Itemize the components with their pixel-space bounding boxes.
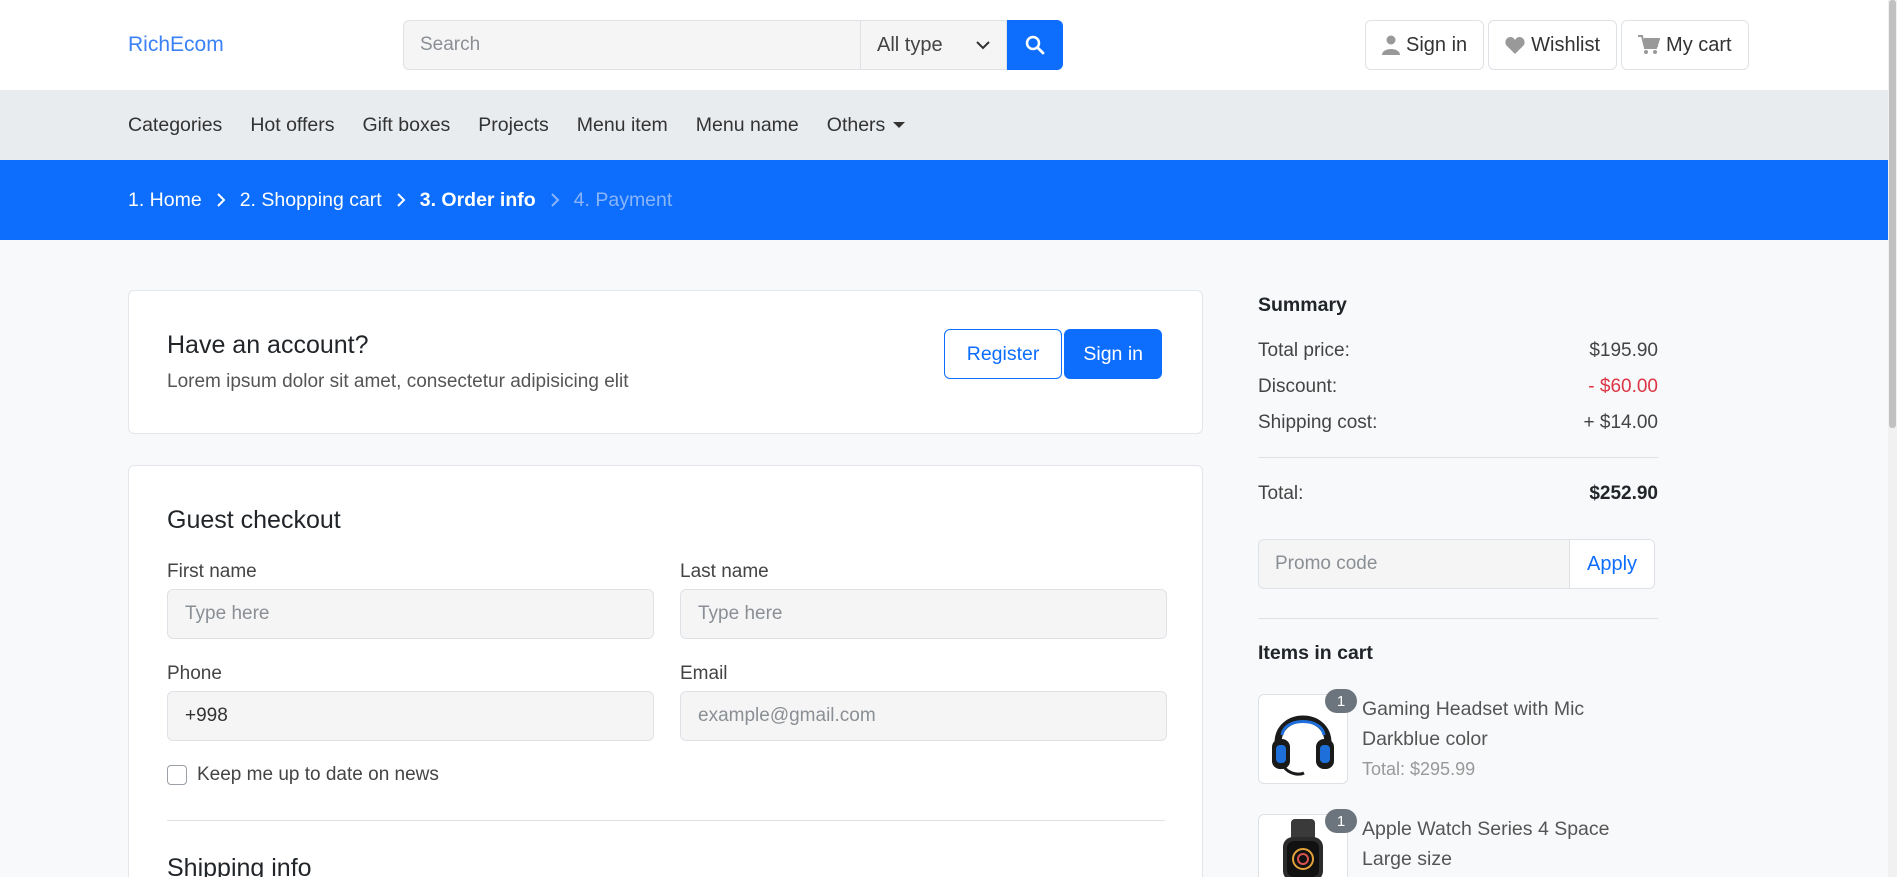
first-name-field[interactable] (167, 589, 654, 639)
newsletter-row: Keep me up to date on news (167, 764, 439, 786)
summary-divider (1258, 457, 1658, 458)
item-info: Apple Watch Series 4 Space Large size (1362, 814, 1622, 877)
brand-logo[interactable]: RichEcom (128, 33, 224, 57)
promo-code-input[interactable] (1258, 539, 1569, 589)
discount-label: Discount: (1258, 376, 1338, 397)
email-field[interactable] (680, 691, 1167, 741)
nav-item-others[interactable]: Others (827, 114, 906, 137)
account-subtitle: Lorem ipsum dolor sit amet, consectetur … (167, 371, 629, 392)
phone-label: Phone (167, 663, 222, 684)
item-name[interactable]: Gaming Headset with Mic Darkblue color (1362, 694, 1622, 754)
product-thumbnail: 1 (1258, 809, 1357, 877)
nav-item-menu-name[interactable]: Menu name (696, 114, 799, 137)
chevron-down-icon (976, 41, 990, 50)
headset-icon (1272, 715, 1334, 776)
type-select-value: All type (877, 33, 943, 56)
email-label: Email (680, 663, 728, 684)
signin-button[interactable]: Sign in (1064, 329, 1162, 379)
phone-field[interactable] (167, 691, 654, 741)
step-order-info[interactable]: 3. Order info (420, 189, 536, 212)
newsletter-label: Keep me up to date on news (197, 764, 439, 785)
quantity-badge: 1 (1325, 689, 1357, 713)
nav-item-gift-boxes[interactable]: Gift boxes (363, 114, 451, 137)
wishlist-label: Wishlist (1531, 33, 1601, 56)
search-input[interactable] (403, 20, 860, 70)
item-info: Gaming Headset with Mic Darkblue color T… (1362, 694, 1622, 784)
shipping-cost-value: + $14.00 (1583, 412, 1659, 433)
checkout-steps: 1. Home 2. Shopping cart 3. Order info 4… (0, 160, 1888, 240)
search-bar: All type (403, 20, 1063, 70)
watch-icon (1283, 819, 1323, 877)
apply-promo-button[interactable]: Apply (1569, 539, 1655, 589)
top-header: RichEcom All type Sign in Wishlist My ca… (0, 0, 1888, 90)
my-cart-button[interactable]: My cart (1621, 20, 1749, 70)
cart-item[interactable]: 1 Gaming Headset with Mic Darkblue color… (1258, 689, 1622, 784)
account-actions: Register Sign in (943, 329, 1162, 379)
first-name-label: First name (167, 561, 257, 582)
discount-row: Discount: - $60.00 (1258, 376, 1658, 398)
page-scrollbar[interactable] (1888, 0, 1897, 877)
guest-checkout-title: Guest checkout (167, 506, 341, 534)
shipping-cost-row: Shipping cost: + $14.00 (1258, 412, 1658, 434)
total-price-row: Total price: $195.90 (1258, 340, 1658, 362)
total-price-value: $195.90 (1589, 340, 1658, 361)
nav-item-hot-offers[interactable]: Hot offers (250, 114, 334, 137)
last-name-label: Last name (680, 561, 769, 582)
signin-header-button[interactable]: Sign in (1365, 20, 1485, 70)
account-card: Have an account? Lorem ipsum dolor sit a… (128, 290, 1203, 434)
grand-total-value: $252.90 (1589, 483, 1658, 504)
search-button[interactable] (1007, 20, 1063, 70)
caret-down-icon (893, 122, 906, 128)
account-title: Have an account? (167, 331, 369, 359)
product-thumbnail: 1 (1258, 689, 1357, 784)
newsletter-checkbox[interactable] (167, 765, 187, 785)
grand-total-row: Total: $252.90 (1258, 483, 1658, 505)
type-select[interactable]: All type (860, 20, 1007, 70)
nav-item-others-label: Others (826, 113, 886, 136)
grand-total-label: Total: (1258, 483, 1304, 504)
cart-item[interactable]: 1 Apple Watch Series 4 Space Large size (1258, 809, 1622, 877)
register-button[interactable]: Register (943, 329, 1063, 379)
items-in-cart-title: Items in cart (1258, 642, 1373, 664)
shipping-info-title: Shipping info (167, 854, 312, 877)
quantity-badge: 1 (1325, 809, 1357, 833)
step-home[interactable]: 1. Home (128, 189, 202, 212)
nav-item-projects[interactable]: Projects (478, 114, 548, 137)
cart-icon (1638, 35, 1661, 54)
divider (167, 820, 1165, 821)
chevron-right-icon (396, 192, 406, 208)
step-shopping-cart[interactable]: 2. Shopping cart (240, 189, 382, 212)
discount-value: - $60.00 (1588, 376, 1658, 397)
item-name[interactable]: Apple Watch Series 4 Space Large size (1362, 814, 1622, 874)
step-payment: 4. Payment (573, 188, 673, 211)
header-actions: Sign in Wishlist My cart (1365, 20, 1749, 70)
nav-item-categories[interactable]: Categories (128, 114, 222, 137)
chevron-right-icon (216, 192, 226, 208)
promo-group: Apply (1258, 539, 1655, 589)
last-name-field[interactable] (680, 589, 1167, 639)
item-total: Total: $295.99 (1362, 759, 1476, 779)
wishlist-button[interactable]: Wishlist (1488, 20, 1618, 70)
heart-icon (1505, 37, 1525, 54)
signin-header-label: Sign in (1406, 33, 1468, 56)
shipping-cost-label: Shipping cost: (1258, 412, 1378, 433)
total-price-label: Total price: (1258, 340, 1350, 361)
guest-checkout-card: Guest checkout First name Last name Phon… (128, 465, 1203, 877)
search-icon (1025, 35, 1045, 55)
my-cart-label: My cart (1666, 33, 1732, 56)
nav-item-menu-item[interactable]: Menu item (577, 114, 668, 137)
summary-divider (1258, 618, 1658, 619)
scrollbar-thumb[interactable] (1889, 0, 1896, 428)
main-nav: Categories Hot offers Gift boxes Project… (0, 90, 1888, 160)
user-icon (1382, 35, 1400, 55)
summary-title: Summary (1258, 294, 1347, 316)
chevron-right-icon (550, 192, 560, 208)
